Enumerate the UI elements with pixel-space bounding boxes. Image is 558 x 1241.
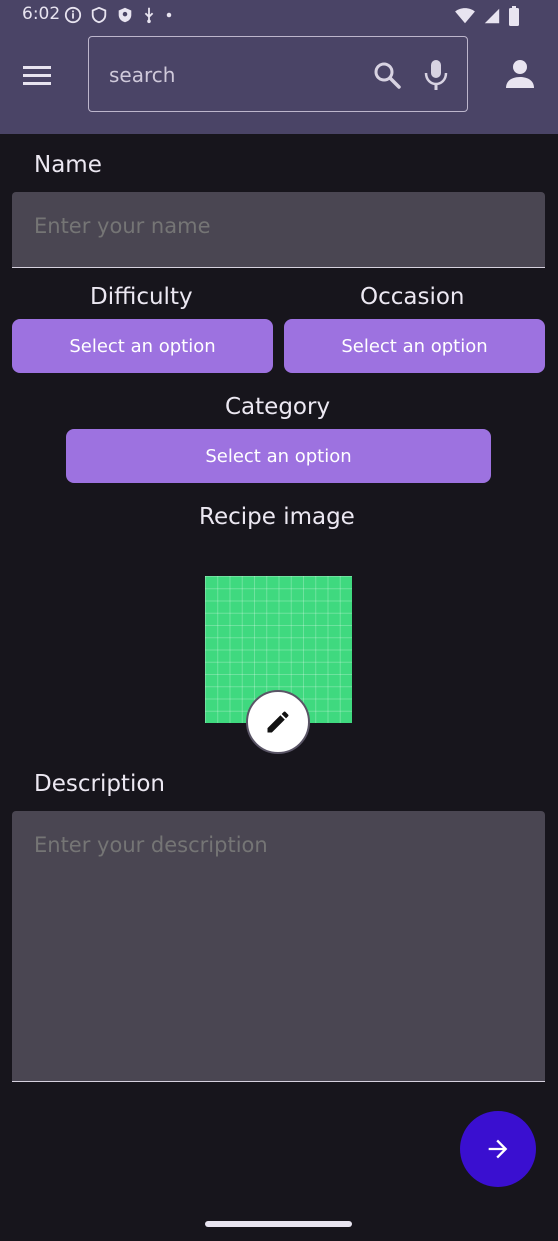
top-app-bar: 6:02 <box>0 0 558 134</box>
search-bar[interactable] <box>88 36 468 112</box>
home-indicator[interactable] <box>205 1221 352 1227</box>
menu-button[interactable] <box>20 58 54 92</box>
arrow-right-icon <box>488 1139 508 1159</box>
name-label: Name <box>34 152 102 178</box>
search-input[interactable] <box>109 57 359 93</box>
shield-filled-icon <box>118 7 132 23</box>
occasion-label: Occasion <box>360 284 465 310</box>
recipe-image-label: Recipe image <box>199 504 355 530</box>
occasion-select-button[interactable]: Select an option <box>284 319 545 373</box>
pencil-icon <box>267 711 289 733</box>
category-select-button[interactable]: Select an option <box>66 429 491 483</box>
dot-icon <box>166 12 172 18</box>
mic-icon[interactable] <box>423 59 449 91</box>
status-bar: 6:02 <box>0 0 558 30</box>
category-label: Category <box>225 394 331 420</box>
description-field[interactable] <box>12 811 545 1082</box>
status-icons-left <box>64 6 174 24</box>
difficulty-label: Difficulty <box>90 284 193 310</box>
status-time: 6:02 <box>22 4 61 24</box>
signal-icon <box>484 8 500 24</box>
search-icon[interactable] <box>373 61 401 89</box>
wifi-icon <box>455 8 475 24</box>
menu-icon <box>23 66 51 85</box>
shield-icon <box>91 6 107 24</box>
description-input[interactable] <box>34 833 523 857</box>
info-icon <box>64 6 82 24</box>
battery-icon <box>509 6 519 26</box>
name-input[interactable] <box>34 214 523 238</box>
status-icons-right <box>454 6 520 26</box>
name-field[interactable] <box>12 192 545 268</box>
difficulty-select-button[interactable]: Select an option <box>12 319 273 373</box>
description-label: Description <box>34 771 165 797</box>
edit-image-button[interactable] <box>246 690 310 754</box>
account-icon[interactable] <box>504 58 536 90</box>
next-button[interactable] <box>460 1111 536 1187</box>
usb-icon <box>144 7 154 24</box>
